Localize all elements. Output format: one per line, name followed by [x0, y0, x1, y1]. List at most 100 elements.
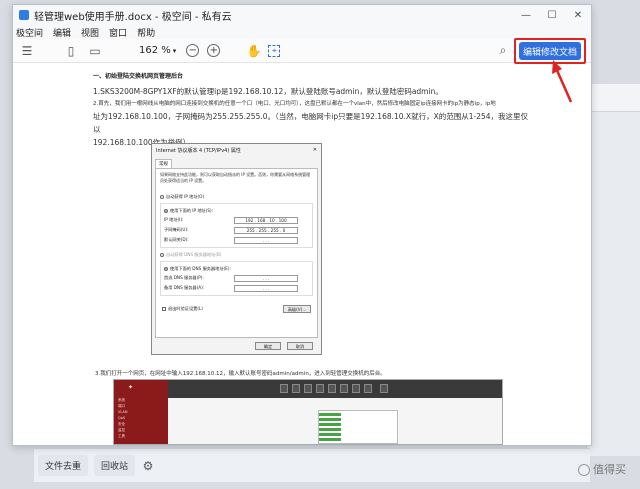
switch-sidebar: ✦ 系统 端口 VLAN QoS 安全 监控 工具: [114, 380, 168, 444]
menu-app[interactable]: 极空间: [16, 26, 43, 39]
ip-address-value: 192 . 168 . 10 . 100: [234, 216, 298, 224]
hand-tool-icon[interactable]: ✋: [246, 43, 262, 59]
menu-view[interactable]: 视图: [81, 26, 99, 39]
dialog-buttons: 确定 取消: [255, 342, 313, 350]
manual-dns-group: 使用下面的 DNS 服务器地址(E): 首选 DNS 服务器(P):. . . …: [160, 261, 313, 296]
manual-ip-label: 使用下面的 IP 地址(S):: [170, 207, 214, 213]
menu-window[interactable]: 窗口: [109, 26, 127, 39]
zoom-in-icon[interactable]: +: [207, 44, 221, 57]
radio-selected-icon: [164, 266, 168, 271]
checkbox-icon: [162, 307, 166, 311]
switch-logo-icon: ✦: [128, 384, 134, 391]
ipv4-properties-dialog: Internet 协议版本 4 (TCP/IPv4) 属性 ✕ 常规 如果网络支持…: [151, 143, 322, 355]
dialog-body: 如果网络支持此功能，则可以获取自动指派的 IP 设置。否则，你需要从网络系统管理…: [155, 168, 318, 338]
table-cell: [319, 428, 341, 431]
dialog-tab-general: 常规: [155, 159, 172, 168]
port-icon: [292, 384, 300, 393]
background-window-titlebar: [587, 84, 640, 112]
gear-icon[interactable]: ⚙: [141, 459, 155, 473]
doc-line-5: 3.我们打开一个网页，在网址中输入192.168.10.12，输入默认账号密码a…: [95, 371, 386, 377]
doc-line-1: 1.SKS3200M-8GPY1XF的默认管理ip是192.168.10.12，…: [93, 87, 443, 96]
dialog-description: 如果网络支持此功能，则可以获取自动指派的 IP 设置。否则，你需要从网络系统管理…: [160, 172, 311, 183]
manual-dns-option: 使用下面的 DNS 服务器地址(E):: [164, 264, 309, 273]
background-window: [586, 84, 640, 456]
dns1-field: 首选 DNS 服务器(P): . . .: [164, 273, 309, 283]
switch-nav-item: 系统: [118, 398, 125, 402]
switch-nav-item: 监控: [118, 428, 125, 432]
document-content: 一、初始登陆交换机网页管理后台 1.SKS3200M-8GPY1XF的默认管理i…: [13, 63, 591, 445]
switch-nav-item: QoS: [118, 416, 126, 420]
watermark: 值得买: [578, 461, 626, 477]
dialog-titlebar: Internet 协议版本 4 (TCP/IPv4) 属性 ✕: [152, 144, 321, 157]
table-cell: [319, 418, 341, 421]
port-icon: [380, 384, 388, 393]
subnet-mask-field: 子网掩码(U): 255 . 255 . 255 . 0: [164, 225, 309, 235]
table-cell: [319, 423, 341, 426]
dedup-button[interactable]: 文件去重: [38, 455, 89, 476]
table-cell: [319, 433, 341, 436]
document-page: 一、初始登陆交换机网页管理后台 1.SKS3200M-8GPY1XF的默认管理i…: [93, 71, 533, 149]
bottom-bar: 文件去重 回收站 ⚙: [34, 448, 590, 482]
sidebar-toggle-icon[interactable]: ▯: [63, 43, 79, 59]
port-icon: [316, 384, 324, 393]
dialog-title: Internet 协议版本 4 (TCP/IPv4) 属性: [156, 148, 241, 154]
search-icon[interactable]: ⌕: [495, 43, 511, 59]
radio-selected-icon: [164, 208, 168, 213]
doc-line-2: 2.首先，我们用一根网线从电脑的网口连接到交换机的任意一个口（电口、光口均可），…: [93, 101, 496, 107]
table-cell: [319, 438, 341, 441]
zoom-dropdown-icon[interactable]: ▾: [173, 47, 177, 55]
watermark-text: 值得买: [593, 463, 626, 476]
dns2-field: 备用 DNS 服务器(A): . . .: [164, 283, 309, 293]
manual-dns-label: 使用下面的 DNS 服务器地址(E):: [170, 265, 231, 271]
manual-ip-group: 使用下面的 IP 地址(S): IP 地址(I): 192 . 168 . 10 …: [160, 203, 313, 248]
edit-document-button[interactable]: 编辑修改文档: [519, 42, 581, 60]
document-viewer-window: 轻管理web使用手册.docx - 极空间 - 私有云 — ☐ ✕ 极空间 编辑…: [12, 4, 592, 446]
port-icon: [364, 384, 372, 393]
app-icon: [19, 10, 29, 20]
port-icon: [328, 384, 336, 393]
auto-ip-label: 自动获得 IP 地址(O): [166, 193, 205, 199]
gateway-field: 默认网关(D): . . .: [164, 235, 309, 245]
switch-admin-screenshot: ✦ 系统 端口 VLAN QoS 安全 监控 工具: [113, 379, 503, 445]
auto-ip-option: 自动获得 IP 地址(O): [160, 192, 313, 201]
dns2-label: 备用 DNS 服务器(A):: [164, 285, 205, 290]
auto-dns-option: 自动获得 DNS 服务器地址(B): [160, 250, 313, 259]
toolbar: ☰ ▯ ▭ 162 % ▾ − + ✋ ⌖ ⌕ 编辑修改文档: [13, 38, 591, 64]
titlebar: 轻管理web使用手册.docx - 极空间 - 私有云 — ☐ ✕: [13, 5, 591, 25]
doc-heading: 一、初始登陆交换机网页管理后台: [93, 73, 184, 80]
menu-help[interactable]: 帮助: [137, 26, 155, 39]
ok-button: 确定: [255, 342, 281, 350]
select-tool-icon[interactable]: ⌖: [268, 44, 281, 57]
window-title: 轻管理web使用手册.docx - 极空间 - 私有云: [34, 11, 232, 23]
maximize-icon[interactable]: ☐: [539, 10, 565, 21]
manual-ip-option: 使用下面的 IP 地址(S):: [164, 206, 309, 215]
zoom-out-icon[interactable]: −: [186, 44, 200, 57]
switch-nav-item: 工具: [118, 434, 125, 438]
radio-icon: [160, 252, 164, 257]
close-icon[interactable]: ✕: [565, 10, 591, 21]
recycle-bin-button[interactable]: 回收站: [94, 455, 136, 476]
menu-edit[interactable]: 编辑: [53, 26, 71, 39]
ip-address-field: IP 地址(I): 192 . 168 . 10 . 100: [164, 215, 309, 225]
port-icon: [340, 384, 348, 393]
ip-address-label: IP 地址(I):: [164, 217, 184, 222]
cancel-button: 取消: [287, 342, 313, 350]
dns1-label: 首选 DNS 服务器(P):: [164, 275, 204, 280]
radio-icon: [160, 194, 164, 199]
port-icon: [352, 384, 360, 393]
table-cell: [319, 413, 341, 416]
page-view-icon[interactable]: ▭: [87, 43, 103, 59]
subnet-mask-label: 子网掩码(U):: [164, 227, 189, 232]
switch-nav-item: 端口: [118, 404, 125, 408]
zoom-control: 162 % ▾ − +: [139, 44, 221, 57]
auto-dns-label: 自动获得 DNS 服务器地址(B): [166, 251, 222, 257]
zoom-level[interactable]: 162 %: [139, 45, 171, 56]
switch-nav-item: 安全: [118, 422, 125, 426]
switch-port-panel: [168, 380, 502, 398]
advanced-button: 高级(V)...: [283, 305, 311, 313]
gateway-label: 默认网关(D):: [164, 237, 189, 242]
minimize-icon[interactable]: —: [513, 10, 539, 21]
hamburger-menu-icon[interactable]: ☰: [19, 43, 35, 59]
switch-nav-item: VLAN: [118, 410, 128, 414]
validate-checkbox: 退出时验证设置(L): [162, 306, 203, 312]
